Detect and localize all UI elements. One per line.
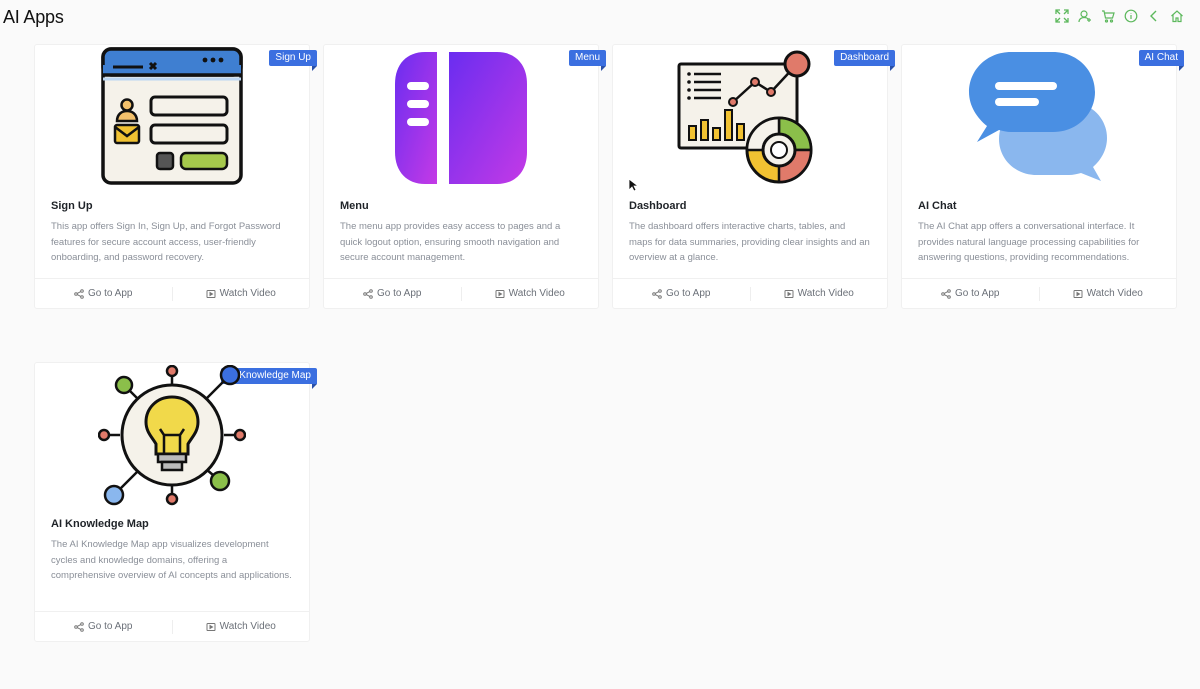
card-actions: Go to App Watch Video [902,278,1176,308]
mouse-cursor-icon [628,178,638,192]
card-description: The menu app provides easy access to pag… [340,221,561,263]
app-card-menu: Menu Menu The menu app provides easy acc… [323,44,607,309]
share-icon [363,288,373,299]
go-to-app-button[interactable]: Go to App [35,621,172,632]
card-description: This app offers Sign In, Sign Up, and Fo… [51,221,281,263]
card-actions: Go to App Watch Video [613,278,887,308]
go-to-app-button[interactable]: Go to App [324,288,461,299]
watch-video-button[interactable]: Watch Video [173,621,310,632]
watch-video-button[interactable]: Watch Video [173,288,310,299]
top-toolbar [1055,9,1184,23]
page-title: AI Apps [3,7,64,27]
card-description: The AI Chat app offers a conversational … [918,221,1140,263]
card-actions: Go to App Watch Video [35,611,309,641]
sign-up-icon [101,46,243,185]
card-actions: Go to App Watch Video [35,278,309,308]
watch-video-button[interactable]: Watch Video [462,288,599,299]
fullscreen-icon[interactable] [1055,9,1069,23]
app-card-dashboard: Dashboard Dashboard The dashboard offers… [612,44,895,309]
watch-video-label: Watch Video [1086,288,1143,299]
watch-video-label: Watch Video [797,288,854,299]
video-icon [1073,289,1083,298]
lightbulb-network-icon [98,364,246,505]
ai-knowledge-map-illustration [35,363,309,508]
card-title: Menu [340,200,369,212]
cart-icon[interactable] [1101,9,1115,23]
video-icon [206,289,216,298]
dashboard-illustration [613,45,887,190]
app-card-ai-knowledge-map: AI Knowledge Map AI Knowledge Map The AI… [34,362,317,642]
app-card-sign-up: Sign Up Sign Up This app offers Sign In,… [34,44,317,309]
video-icon [206,622,216,631]
share-icon [941,288,951,299]
share-icon [652,288,662,299]
go-to-app-label: Go to App [666,288,711,299]
menu-icon [395,51,527,184]
watch-video-button[interactable]: Watch Video [1040,288,1177,299]
go-to-app-button[interactable]: Go to App [613,288,750,299]
go-to-app-button[interactable]: Go to App [902,288,1039,299]
ai-chat-illustration [902,45,1176,190]
card-description: The dashboard offers interactive charts,… [629,221,870,263]
go-to-app-label: Go to App [955,288,1000,299]
video-icon [784,289,794,298]
home-icon[interactable] [1170,9,1184,23]
go-to-app-label: Go to App [377,288,422,299]
card-title: AI Chat [918,200,957,212]
share-icon [74,288,84,299]
go-to-app-label: Go to App [88,288,133,299]
card-description: The AI Knowledge Map app visualizes deve… [51,539,292,581]
watch-video-label: Watch Video [508,288,565,299]
card-title: Sign Up [51,200,93,212]
sign-up-illustration [35,45,309,190]
card-actions: Go to App Watch Video [324,278,598,308]
dashboard-icon [677,50,813,183]
back-icon[interactable] [1147,9,1161,23]
card-title: Dashboard [629,200,687,212]
chat-bubbles-icon [969,51,1107,181]
go-to-app-label: Go to App [88,621,133,632]
go-to-app-button[interactable]: Go to App [35,288,172,299]
watch-video-button[interactable]: Watch Video [751,288,888,299]
share-icon [74,621,84,632]
app-card-ai-chat: AI Chat AI Chat The AI Chat app offers a… [901,44,1185,309]
watch-video-label: Watch Video [219,288,276,299]
watch-video-label: Watch Video [219,621,276,632]
user-add-icon[interactable] [1078,9,1092,23]
card-title: AI Knowledge Map [51,518,149,530]
info-icon[interactable] [1124,9,1138,23]
video-icon [495,289,505,298]
menu-illustration [324,45,598,190]
